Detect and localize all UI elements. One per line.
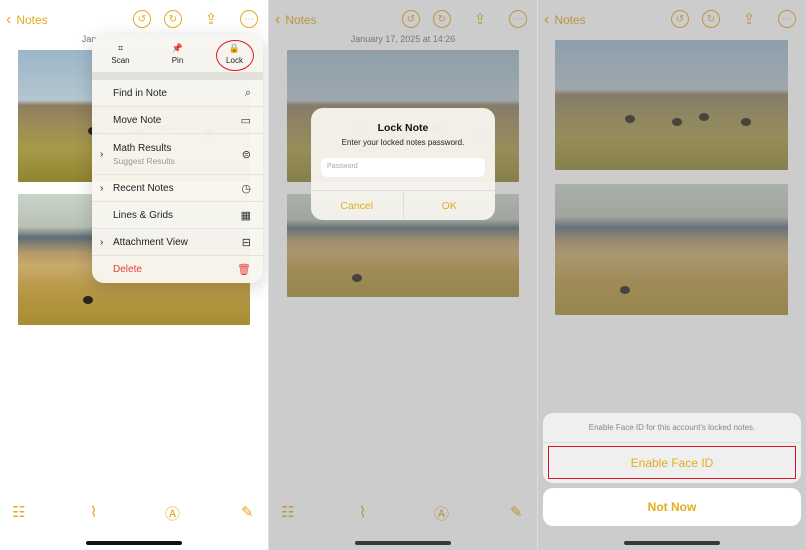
menu-item-label: Find in Note bbox=[113, 87, 167, 99]
menu-item-math-results[interactable]: › Math Results Suggest Results ⊜ bbox=[92, 134, 263, 175]
menu-pin-label: Pin bbox=[171, 55, 184, 65]
grid-icon: ▦ bbox=[240, 209, 251, 222]
menu-item-label: Attachment View bbox=[113, 236, 188, 248]
markup-icon: Ⓐ bbox=[165, 506, 181, 523]
password-input[interactable]: Password bbox=[321, 158, 485, 177]
checklist-button[interactable]: ☷ bbox=[12, 503, 25, 521]
redo-icon: ↻ bbox=[168, 13, 178, 25]
dim-overlay bbox=[269, 0, 537, 550]
menu-item-move-note[interactable]: Move Note ▭ bbox=[92, 107, 263, 134]
menu-item-label-wrap: Find in Note bbox=[113, 88, 245, 99]
not-now-button[interactable]: Not Now bbox=[543, 488, 801, 526]
menu-item-label-wrap: Recent Notes bbox=[113, 183, 241, 194]
chevron-right-icon: › bbox=[100, 148, 104, 160]
menu-item-label: Recent Notes bbox=[113, 182, 174, 194]
back-button[interactable]: ‹ Notes bbox=[6, 11, 48, 29]
menu-separator bbox=[92, 72, 263, 80]
more-icon: ⋯ bbox=[244, 13, 254, 25]
attachment-icon: ⌇ bbox=[90, 504, 98, 521]
enable-face-id-button[interactable]: Enable Face ID bbox=[548, 446, 796, 479]
menu-item-delete[interactable]: Delete 🗑 bbox=[92, 256, 263, 283]
menu-item-label: Delete bbox=[113, 264, 142, 275]
share-icon: ⇪ bbox=[204, 11, 218, 28]
dialog-title: Lock Note bbox=[377, 122, 429, 134]
pin-icon: 📌 bbox=[171, 42, 184, 53]
menu-item-recent-notes[interactable]: › Recent Notes ◷ bbox=[92, 175, 263, 202]
menu-pin-button[interactable]: 📌 Pin bbox=[158, 43, 198, 65]
compose-button[interactable]: ✎ bbox=[241, 503, 254, 521]
folder-icon: ▭ bbox=[240, 114, 251, 127]
menu-item-label-wrap: Delete bbox=[113, 264, 237, 275]
compose-icon: ✎ bbox=[241, 504, 254, 521]
attachment-view-icon: ⊟ bbox=[241, 236, 251, 249]
undo-icon: ↺ bbox=[137, 13, 147, 25]
menu-item-find-in-note[interactable]: Find in Note ⌕ bbox=[92, 80, 263, 107]
menu-scan-button[interactable]: ⌗ Scan bbox=[101, 43, 141, 65]
chevron-left-icon: ‹ bbox=[6, 11, 12, 28]
toolbar-redo-button[interactable]: ↻ bbox=[164, 10, 182, 28]
menu-item-attachment-view[interactable]: › Attachment View ⊟ bbox=[92, 229, 263, 256]
face-id-sheet: Enable Face ID for this account's locked… bbox=[543, 413, 801, 483]
markup-button[interactable]: Ⓐ bbox=[165, 503, 180, 524]
menu-scan-label: Scan bbox=[111, 55, 130, 65]
menu-item-label-wrap: Math Results Suggest Results bbox=[113, 143, 242, 166]
menu-item-label: Lines & Grids bbox=[113, 209, 174, 221]
menu-item-label-wrap: Lines & Grids bbox=[113, 210, 241, 221]
panel-face-id: ‹Notes↺↻⇪⋯☷⌇Ⓐ✎Enable Face ID for this ac… bbox=[538, 0, 806, 550]
clock-icon: ◷ bbox=[241, 182, 251, 195]
attachment-button[interactable]: ⌇ bbox=[90, 503, 97, 521]
toolbar-share-button[interactable]: ⇪ bbox=[202, 10, 220, 28]
cancel-button[interactable]: Cancel bbox=[311, 191, 404, 220]
math-icon: ⊜ bbox=[241, 148, 251, 161]
menu-item-label: Math Results bbox=[113, 142, 172, 154]
sheet-message: Enable Face ID for this account's locked… bbox=[543, 413, 801, 443]
ok-button[interactable]: OK bbox=[404, 191, 496, 220]
panel-lock-alert: ‹ Notes ↺ ↻ ⇪ ⋯ January 17, 2025 at 14:26 ☷ ⌇ Ⓐ ✎ L… bbox=[269, 0, 537, 550]
context-menu: ⌗ Scan 📌 Pin 🔒 Lock Find in Note ⌕ Move Note ▭ › Ma… bbox=[92, 35, 263, 283]
hay-bale bbox=[82, 296, 93, 305]
lock-highlight-circle bbox=[216, 40, 254, 71]
menu-item-label: Move Note bbox=[113, 114, 162, 126]
dialog-message: Enter your locked notes password. bbox=[341, 138, 465, 147]
chevron-right-icon: › bbox=[100, 182, 104, 194]
checklist-icon: ☷ bbox=[12, 504, 26, 521]
home-indicator bbox=[86, 541, 182, 545]
menu-item-label-wrap: Attachment View bbox=[113, 237, 242, 248]
chevron-right-icon: › bbox=[100, 236, 104, 248]
menu-item-lines-grids[interactable]: Lines & Grids ▦ bbox=[92, 202, 263, 229]
menu-item-label-wrap: Move Note bbox=[113, 115, 241, 126]
lock-note-dialog: Lock Note Enter your locked notes passwor… bbox=[311, 108, 495, 220]
scan-icon: ⌗ bbox=[117, 42, 124, 53]
back-label: Notes bbox=[16, 13, 48, 27]
toolbar-more-button[interactable]: ⋯ bbox=[240, 10, 258, 28]
search-icon: ⌕ bbox=[244, 86, 251, 99]
toolbar-undo-button[interactable]: ↺ bbox=[133, 10, 151, 28]
trash-icon: 🗑 bbox=[237, 264, 251, 276]
menu-item-sublabel: Suggest Results bbox=[113, 155, 175, 166]
dialog-buttons: Cancel OK bbox=[311, 190, 495, 220]
panel-menu: ‹Notes↺↻⇪⋯January 17, 2025 at 14:26☷⌇Ⓐ✎⌗… bbox=[0, 0, 268, 550]
